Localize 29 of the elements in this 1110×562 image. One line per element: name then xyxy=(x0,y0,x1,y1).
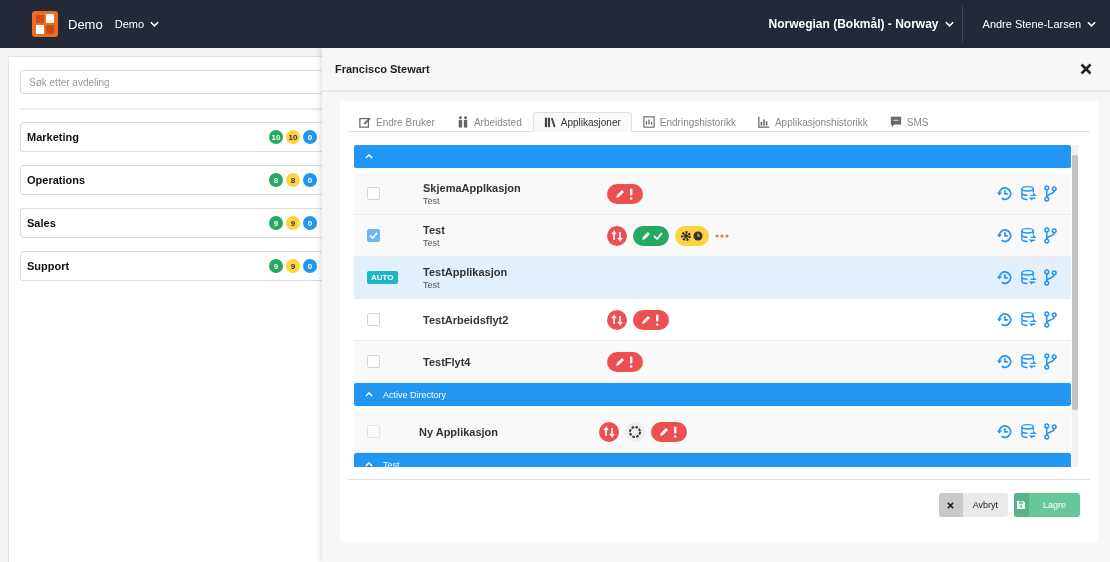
application-subtitle: Test xyxy=(423,195,441,206)
application-name: Ny Applikasjon xyxy=(419,425,500,438)
count-badge: 9 xyxy=(286,216,300,230)
count-badge: 10 xyxy=(286,130,300,144)
application-name: TestArbeidsflyt2 xyxy=(423,313,510,326)
department-name: Support xyxy=(27,260,70,272)
department-name: Marketing xyxy=(27,131,79,143)
auto-badge: AUTO xyxy=(367,271,398,284)
application-name: TestApplikasjon xyxy=(423,265,509,278)
department-name: Sales xyxy=(27,217,56,229)
group-title: Active Directory xyxy=(383,389,446,400)
count-badge: 9 xyxy=(286,259,300,273)
application-subtitle: Test xyxy=(423,279,441,290)
count-badge: 8 xyxy=(269,173,283,187)
application-name: SkjemaApplkasjon xyxy=(423,181,522,194)
brand-name: Demo xyxy=(68,16,103,32)
application-subtitle: Test xyxy=(423,237,441,248)
count-badge: 0 xyxy=(303,130,317,144)
count-badge: 0 xyxy=(303,216,317,230)
count-badge: 0 xyxy=(303,259,317,273)
count-badge: 0 xyxy=(303,173,317,187)
application-name: TestFlyt4 xyxy=(423,355,472,368)
count-badge: 8 xyxy=(286,173,300,187)
department-name: Operations xyxy=(27,174,86,186)
application-name: Test xyxy=(423,223,446,236)
count-badge: 9 xyxy=(269,259,283,273)
count-badge: 10 xyxy=(269,130,283,144)
count-badge: 9 xyxy=(269,216,283,230)
group-title: Test xyxy=(383,459,400,467)
